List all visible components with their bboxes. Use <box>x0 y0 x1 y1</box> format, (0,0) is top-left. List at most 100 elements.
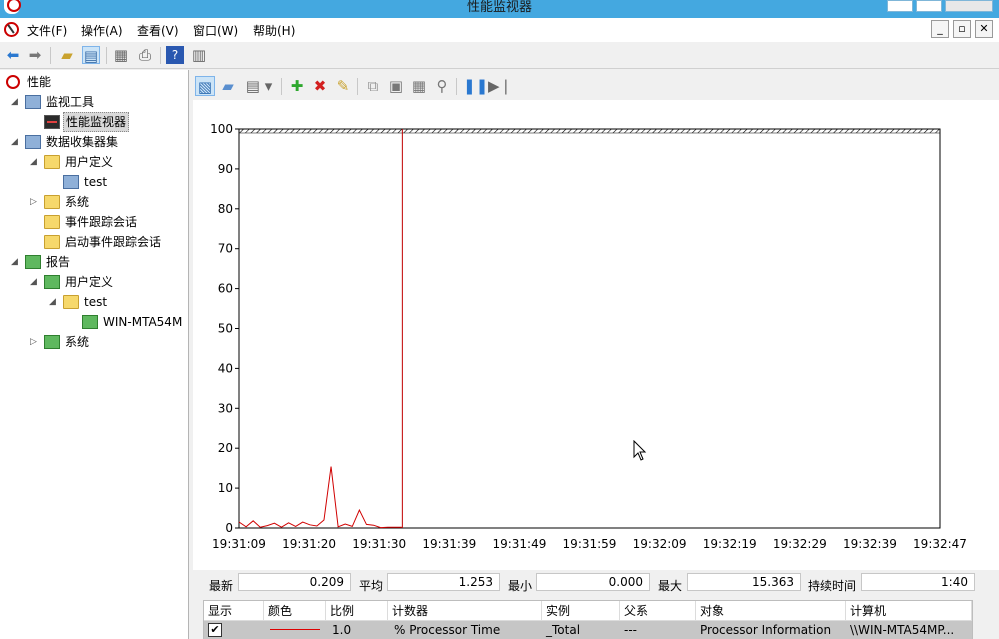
expand-arrow-icon[interactable]: ▷ <box>30 332 40 352</box>
show-hide-tree-icon[interactable]: ▤ <box>82 46 100 65</box>
tree-item-label: WIN-MTA54M <box>103 315 183 329</box>
toolbar-separator <box>50 47 51 64</box>
y-tick-label: 80 <box>218 202 233 216</box>
menu-help[interactable]: 帮助(H) <box>253 22 295 39</box>
header-parent[interactable]: 父系 <box>620 601 696 621</box>
table-row[interactable]: ✔ 1.0 % Processor Time _Total --- Proces… <box>204 621 972 639</box>
collapse-arrow-icon[interactable]: ◢ <box>11 132 21 152</box>
toolbar-separator <box>160 47 161 64</box>
collapse-arrow-icon[interactable]: ◢ <box>11 92 21 112</box>
header-object[interactable]: 对象 <box>696 601 846 621</box>
x-tick-label: 19:32:39 <box>843 537 897 551</box>
collapse-arrow-icon[interactable]: ◢ <box>30 272 40 292</box>
mmc-system-icon[interactable] <box>4 22 19 37</box>
x-tick-label: 19:32:09 <box>633 537 687 551</box>
cell-object: Processor Information <box>700 623 832 637</box>
system-report-icon <box>44 335 60 349</box>
mouse-cursor-icon <box>633 440 647 461</box>
header-color[interactable]: 颜色 <box>264 601 326 621</box>
header-scale[interactable]: 比例 <box>326 601 388 621</box>
menu-bar: 文件(F) 操作(A) 查看(V) 窗口(W) 帮助(H) _ ▫ ✕ <box>0 18 999 42</box>
x-tick-label: 19:31:59 <box>563 537 617 551</box>
menu-file[interactable]: 文件(F) <box>27 22 67 39</box>
cell-instance: _Total <box>546 623 581 637</box>
export-list-icon[interactable]: ▦ <box>112 46 130 64</box>
y-tick-label: 30 <box>218 401 233 415</box>
x-tick-label: 19:31:39 <box>422 537 476 551</box>
collapse-arrow-icon[interactable]: ◢ <box>30 152 40 172</box>
user-defined-icon <box>44 155 60 169</box>
view-current-activity-icon[interactable]: ▧ <box>195 76 215 96</box>
window-title: 性能监视器 <box>466 0 532 15</box>
collapse-arrow-icon[interactable]: ◢ <box>49 292 59 312</box>
back-arrow-icon[interactable]: ⬅ <box>4 46 22 64</box>
main-toolbar: ⬅ ➡ ▰ ▤ ▦ ⎙ ? ▥ <box>0 42 999 69</box>
change-graph-type-icon[interactable]: ▤ ▾ <box>241 76 277 96</box>
print-icon[interactable]: ⎙ <box>136 46 154 64</box>
mdi-minimize-button[interactable]: _ <box>931 20 949 38</box>
perf-icon <box>6 75 20 89</box>
title-bar: 性能监视器 <box>0 0 999 18</box>
performance-chart: 0 10 20 30 40 50 60 70 80 90 100 19:31:09 19:31:20 19… <box>210 122 967 551</box>
duration-label: 持续时间 <box>808 579 857 593</box>
tree-item-label: 事件跟踪会话 <box>65 215 138 229</box>
maximize-button[interactable] <box>916 0 942 12</box>
help-icon[interactable]: ? <box>166 46 184 64</box>
show-hide-action-pane-icon[interactable]: ▥ <box>190 46 208 64</box>
header-counter[interactable]: 计数器 <box>388 601 542 621</box>
delete-counter-icon[interactable]: ✖ <box>310 76 330 96</box>
properties-icon[interactable]: ▦ <box>409 76 429 96</box>
up-folder-icon[interactable]: ▰ <box>58 46 76 64</box>
header-computer[interactable]: 计算机 <box>846 601 972 621</box>
y-tick-label: 0 <box>225 521 233 535</box>
forward-arrow-icon[interactable]: ➡ <box>26 46 44 64</box>
copy-properties-icon[interactable]: ⧉ <box>363 76 383 96</box>
x-tick-label: 19:31:30 <box>352 537 406 551</box>
freeze-display-icon[interactable]: ❚❚ <box>463 76 488 96</box>
user-defined-report-icon <box>44 275 60 289</box>
menu-window[interactable]: 窗口(W) <box>193 22 238 39</box>
toolbar-separator <box>106 47 107 64</box>
average-value: 1.253 <box>387 573 500 591</box>
tree-item-label: 数据收集器集 <box>46 135 119 149</box>
overflow-hatch <box>238 128 941 134</box>
toolbar-separator <box>357 78 358 95</box>
expand-arrow-icon[interactable]: ▷ <box>30 192 40 212</box>
tree-item-label: test <box>84 295 108 309</box>
collapse-arrow-icon[interactable]: ◢ <box>11 252 21 272</box>
header-show[interactable]: 显示 <box>204 601 264 621</box>
y-tick-label: 20 <box>218 441 233 455</box>
mdi-close-button[interactable]: ✕ <box>975 20 993 38</box>
collector-set-icon <box>63 175 79 189</box>
show-checkbox[interactable]: ✔ <box>208 623 222 637</box>
paste-counter-list-icon[interactable]: ▣ <box>386 76 406 96</box>
tree-item-label: 系统 <box>65 335 90 349</box>
mdi-restore-button[interactable]: ▫ <box>953 20 971 38</box>
x-tick-label: 19:31:20 <box>282 537 336 551</box>
maximum-label: 最大 <box>658 579 683 593</box>
highlight-icon[interactable]: ✎ <box>333 76 353 96</box>
menu-view[interactable]: 查看(V) <box>137 22 179 39</box>
close-button[interactable] <box>945 0 993 12</box>
minimize-button[interactable] <box>887 0 913 12</box>
toolbar-separator <box>456 78 457 95</box>
series-color-swatch <box>270 629 320 630</box>
toolbar-separator <box>281 78 282 95</box>
y-tick-label: 90 <box>218 162 233 176</box>
zoom-icon[interactable]: ⚲ <box>432 76 452 96</box>
menu-action[interactable]: 操作(A) <box>81 22 123 39</box>
tree-item-label: 系统 <box>65 195 90 209</box>
average-label: 平均 <box>359 579 384 593</box>
tree-item-label: 报告 <box>46 255 71 269</box>
y-tick-label: 50 <box>218 322 233 336</box>
add-counter-icon[interactable]: ✚ <box>287 76 307 96</box>
monitor-tools-icon <box>25 95 41 109</box>
view-log-data-icon[interactable]: ▰ <box>218 76 238 96</box>
x-tick-label: 19:32:19 <box>703 537 757 551</box>
tree-item-label: 性能 <box>27 75 52 89</box>
data-collector-icon <box>25 135 41 149</box>
update-data-icon[interactable]: ▶❘ <box>488 76 512 96</box>
header-instance[interactable]: 实例 <box>542 601 620 621</box>
report-folder-icon <box>63 295 79 309</box>
graph-toolbar: ▧ ▰ ▤ ▾ ✚ ✖ ✎ ⧉ ▣ ▦ ⚲ ❚❚ ▶❘ <box>193 73 999 99</box>
